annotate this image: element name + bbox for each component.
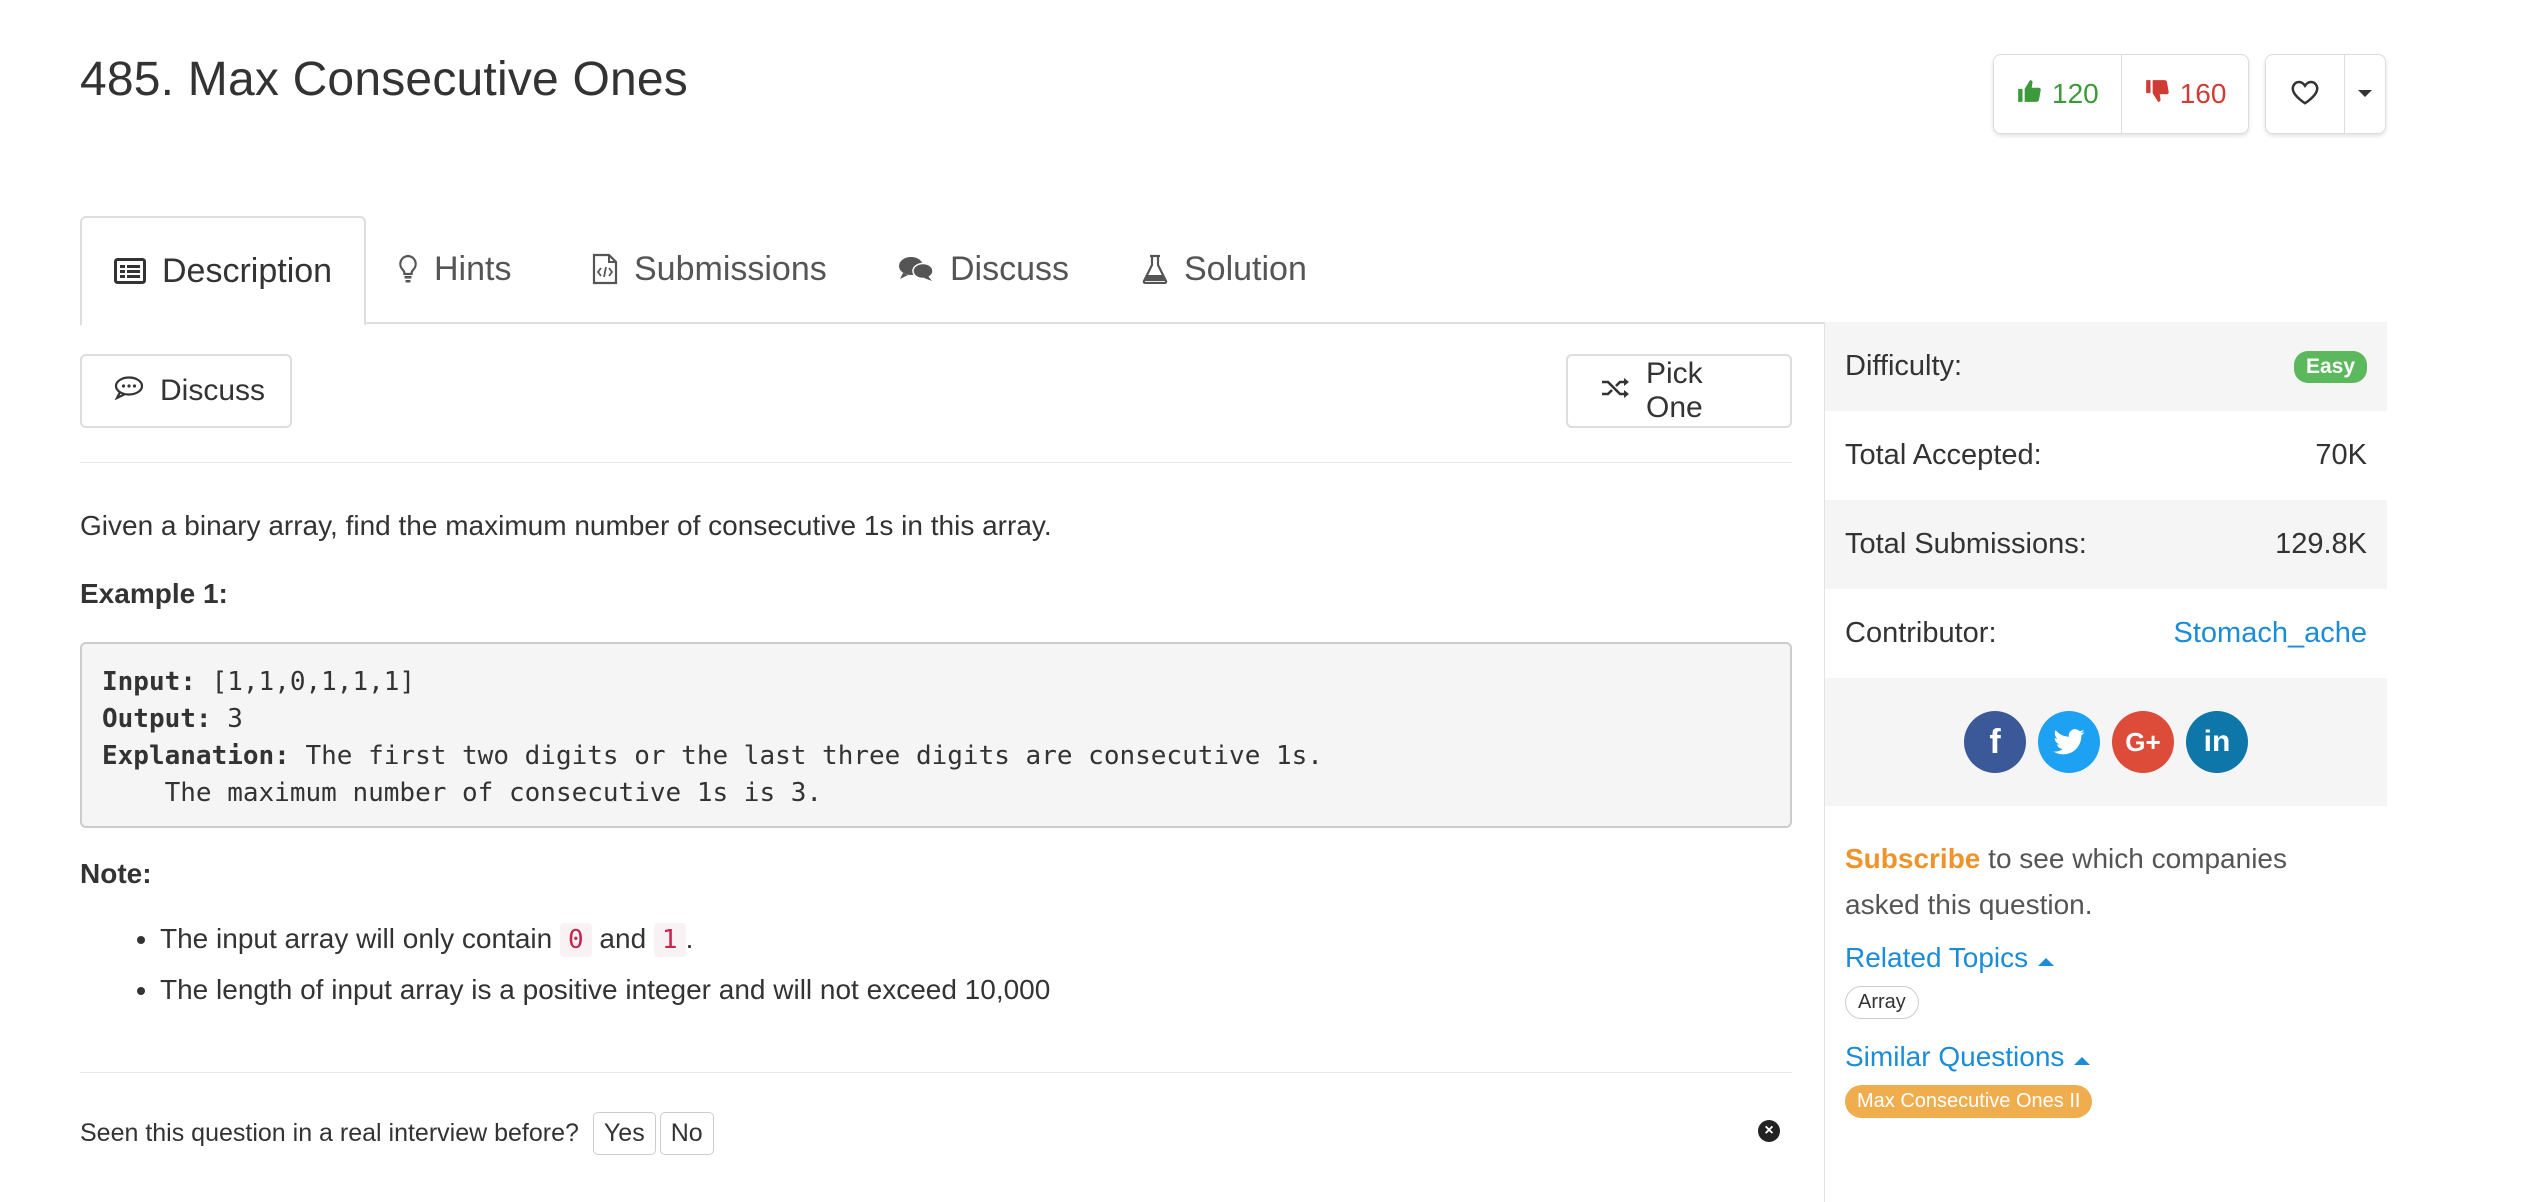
divider xyxy=(80,1072,1792,1073)
related-topics-label: Related Topics xyxy=(1845,942,2029,973)
explanation-continued: The maximum number of consecutive 1s is … xyxy=(102,778,823,808)
no-button[interactable]: No xyxy=(659,1112,714,1155)
tab-discuss-label: Discuss xyxy=(950,249,1070,288)
tab-discuss[interactable]: Discuss xyxy=(898,216,1069,322)
shuffle-icon xyxy=(1600,374,1630,408)
problem-page: 485. Max Consecutive Ones 120 160 Descri… xyxy=(0,0,2522,1202)
input-label: Input: xyxy=(102,667,196,697)
list-item: The length of input array is a positive … xyxy=(160,971,1050,1009)
difficulty-row: Difficulty: Easy xyxy=(1825,322,2387,411)
output-value: 3 xyxy=(211,704,243,734)
close-icon[interactable]: × xyxy=(1758,1120,1780,1142)
favorite-button[interactable] xyxy=(2266,55,2344,133)
upvote-button[interactable]: 120 xyxy=(1994,55,2121,133)
tab-submissions-label: Submissions xyxy=(634,249,827,288)
downvote-button[interactable]: 160 xyxy=(2120,55,2249,133)
related-topics-toggle[interactable]: Related Topics xyxy=(1825,928,2387,974)
contributor-row: Contributor: Stomach_ache xyxy=(1825,589,2387,678)
submissions-value: 129.8K xyxy=(2275,528,2367,560)
tab-solution[interactable]: Solution xyxy=(1142,216,1307,322)
similar-question-tag[interactable]: Max Consecutive Ones II xyxy=(1845,1085,2093,1118)
example-code-block: Input: [1,1,0,1,1,1] Output: 3 Explanati… xyxy=(80,642,1792,828)
accepted-row: Total Accepted: 70K xyxy=(1825,411,2387,500)
chat-bubbles-icon xyxy=(898,255,934,283)
facebook-icon[interactable]: f xyxy=(1964,711,2026,773)
output-label: Output: xyxy=(102,704,212,734)
difficulty-label: Difficulty: xyxy=(1845,350,1963,382)
list-item: The input array will only contain 0 and … xyxy=(160,920,1050,959)
thumbs-up-icon xyxy=(2016,78,2042,111)
yes-button[interactable]: Yes xyxy=(592,1112,656,1155)
favorite-group xyxy=(2265,54,2386,134)
note-text: . xyxy=(685,923,694,954)
explanation-label: Explanation: xyxy=(102,741,290,771)
interview-feedback: Seen this question in a real interview b… xyxy=(80,1112,714,1155)
explanation-value: The first two digits or the last three d… xyxy=(289,741,1323,771)
feedback-question: Seen this question in a real interview b… xyxy=(80,1119,579,1147)
note-text: The input array will only contain xyxy=(160,923,560,954)
topic-tag-array[interactable]: Array xyxy=(1845,986,1919,1019)
comment-icon xyxy=(114,374,144,408)
problem-tabs: Description Hints Submissions Discuss So… xyxy=(80,216,2386,326)
example-heading: Example 1: xyxy=(80,578,228,609)
google-plus-icon[interactable]: G+ xyxy=(2112,711,2174,773)
problem-description: Given a binary array, find the maximum n… xyxy=(80,510,1052,541)
problem-sidebar: Difficulty: Easy Total Accepted: 70K Tot… xyxy=(1824,322,2387,1202)
tab-description[interactable]: Description xyxy=(80,216,367,326)
caret-down-icon xyxy=(2358,85,2372,103)
subscribe-link[interactable]: Subscribe xyxy=(1845,843,1980,874)
tab-hints-label: Hints xyxy=(434,249,512,288)
note-text: and xyxy=(591,923,654,954)
difficulty-badge: Easy xyxy=(2293,350,2367,383)
inline-code: 0 xyxy=(559,923,592,957)
tab-solution-label: Solution xyxy=(1184,249,1307,288)
accepted-value: 70K xyxy=(2315,439,2367,471)
tab-description-label: Description xyxy=(162,251,333,290)
notes-list: The input array will only contain 0 and … xyxy=(80,920,1050,1021)
note-heading: Note: xyxy=(80,858,152,889)
discuss-button[interactable]: Discuss xyxy=(80,354,292,428)
heart-icon xyxy=(2290,78,2320,111)
code-file-icon xyxy=(592,253,618,285)
twitter-icon[interactable] xyxy=(2038,711,2100,773)
favorite-dropdown-button[interactable] xyxy=(2344,55,2385,133)
description-icon xyxy=(114,258,146,284)
linkedin-icon[interactable]: in xyxy=(2186,711,2248,773)
lightbulb-icon xyxy=(398,254,418,284)
inline-code: 1 xyxy=(653,923,686,957)
pick-one-button[interactable]: Pick One xyxy=(1566,354,1792,428)
tab-hints[interactable]: Hints xyxy=(398,216,511,322)
subscribe-text: Subscribe to see which companies asked t… xyxy=(1825,806,2387,928)
divider xyxy=(80,462,1792,463)
downvote-count: 160 xyxy=(2179,78,2227,109)
caret-up-icon xyxy=(2074,1041,2091,1073)
contributor-link[interactable]: Stomach_ache xyxy=(2174,617,2367,650)
caret-up-icon xyxy=(2038,942,2055,974)
submissions-label: Total Submissions: xyxy=(1845,528,2087,560)
similar-questions-label: Similar Questions xyxy=(1845,1041,2065,1072)
social-share: f G+ in xyxy=(1825,678,2387,806)
problem-title: 485. Max Consecutive Ones xyxy=(80,53,688,106)
tab-submissions[interactable]: Submissions xyxy=(592,216,827,322)
pick-one-label: Pick One xyxy=(1646,357,1703,424)
upvote-count: 120 xyxy=(2052,78,2099,109)
accepted-label: Total Accepted: xyxy=(1845,439,2042,471)
discuss-button-label: Discuss xyxy=(160,374,266,407)
submissions-row: Total Submissions: 129.8K xyxy=(1825,500,2387,589)
contributor-label: Contributor: xyxy=(1845,617,1997,649)
flask-icon xyxy=(1142,254,1168,284)
thumbs-down-icon xyxy=(2144,78,2170,111)
vote-group: 120 160 xyxy=(1993,54,2250,134)
similar-questions-toggle[interactable]: Similar Questions xyxy=(1825,1019,2387,1073)
input-value: [1,1,0,1,1,1] xyxy=(195,667,416,697)
